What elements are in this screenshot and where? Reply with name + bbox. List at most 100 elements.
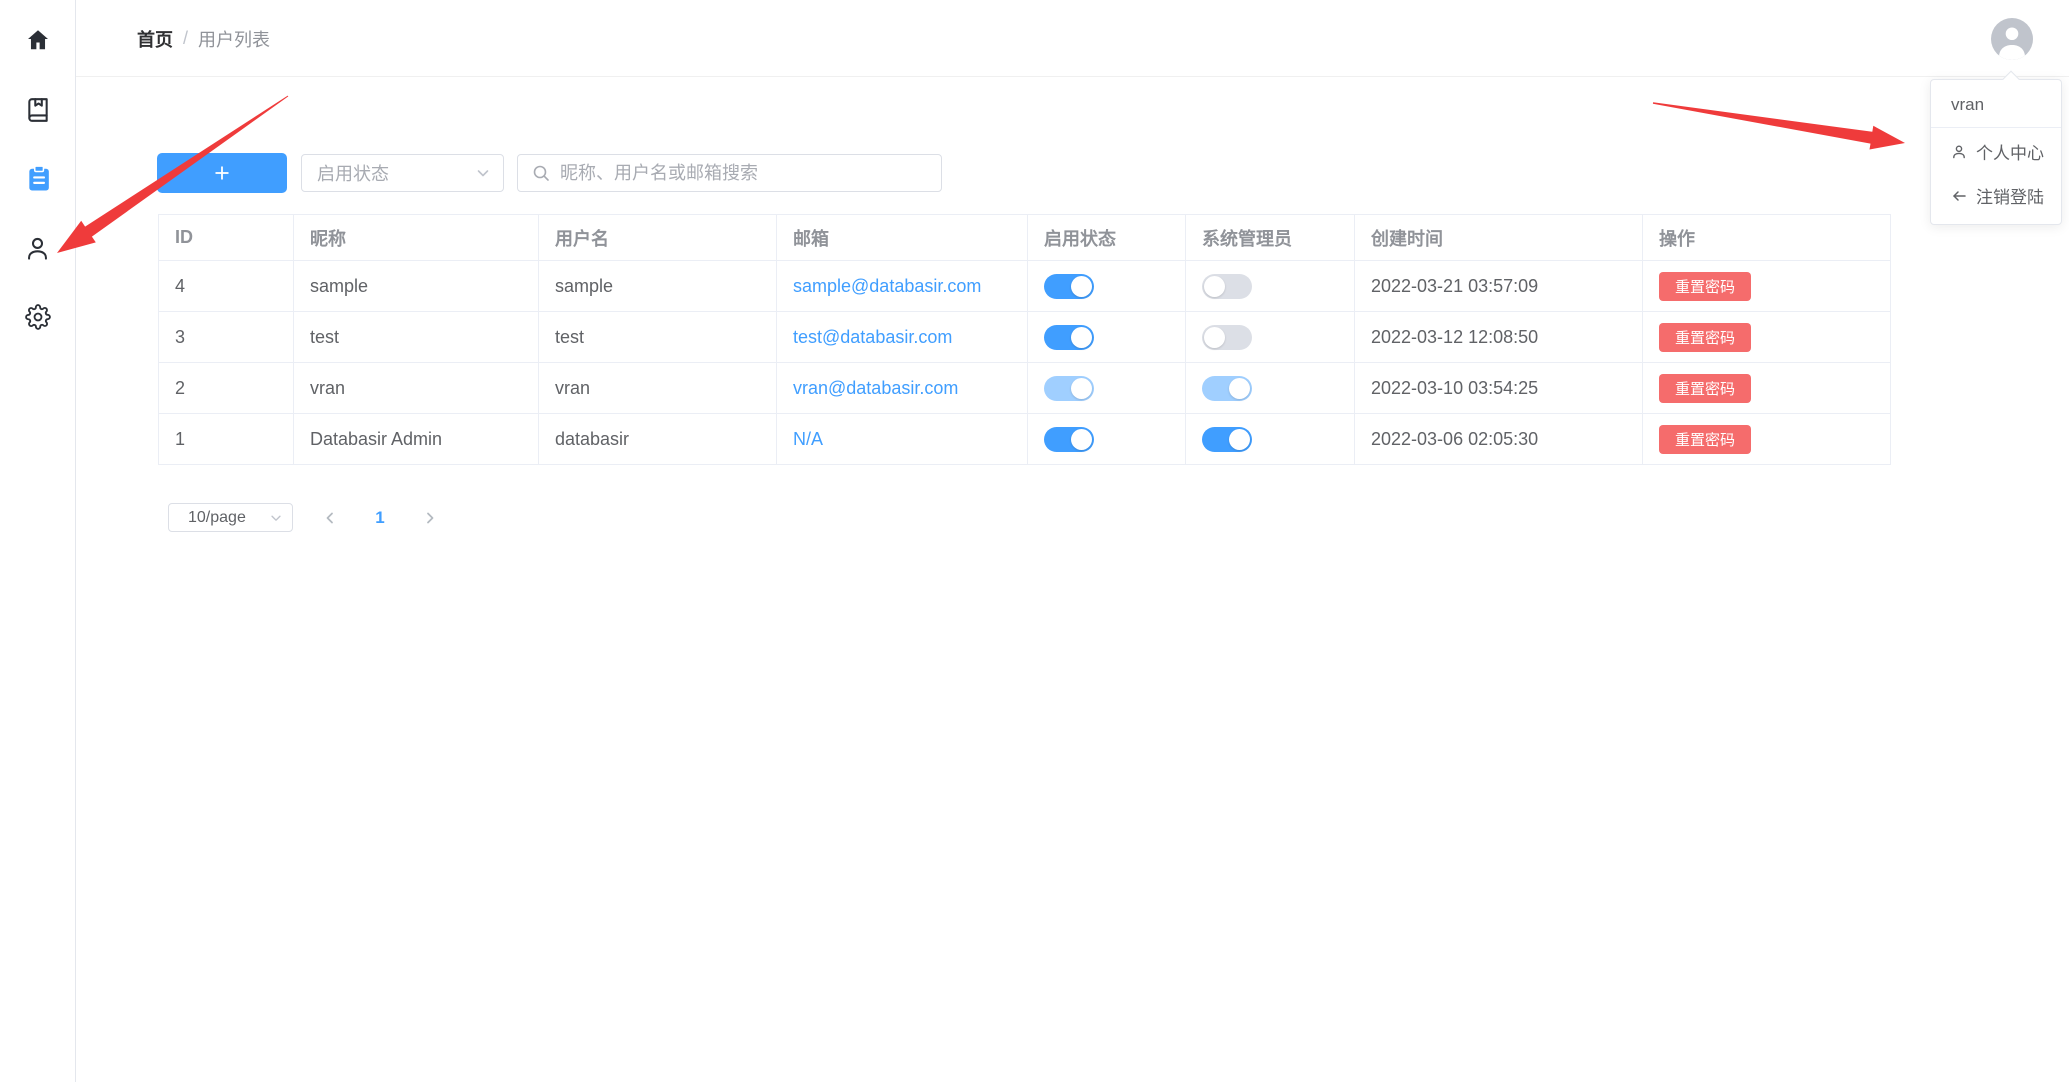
chevron-right-icon (423, 511, 437, 525)
table-row: 2 vran vran vran@databasir.com 2022-03-1… (159, 363, 1891, 414)
toggle-knob (1071, 327, 1092, 348)
cell-email: test@databasir.com (777, 312, 1028, 363)
enabled-toggle[interactable] (1044, 274, 1094, 299)
user-table-body: 4 sample sample sample@databasir.com 202… (159, 261, 1891, 465)
sidebar-item-settings[interactable] (23, 302, 53, 332)
email-link: test@databasir.com (793, 327, 952, 347)
cell-enabled (1028, 414, 1186, 465)
menu-item-label: 个人中心 (1976, 139, 2044, 164)
cell-nickname: test (294, 312, 539, 363)
cell-enabled (1028, 363, 1186, 414)
column-header: 创建时间 (1355, 215, 1643, 261)
chevron-left-icon (323, 511, 337, 525)
cell-email: sample@databasir.com (777, 261, 1028, 312)
cell-username: databasir (539, 414, 777, 465)
reset-password-button[interactable]: 重置密码 (1659, 323, 1751, 352)
breadcrumb-current: 用户列表 (198, 26, 270, 52)
status-filter-select[interactable]: 启用状态 (301, 154, 504, 192)
admin-toggle[interactable] (1202, 427, 1252, 452)
menu-item-profile[interactable]: 个人中心 (1931, 128, 2061, 172)
enabled-toggle[interactable] (1044, 325, 1094, 350)
avatar-person-icon (1991, 18, 2033, 60)
cell-nickname: sample (294, 261, 539, 312)
table-row: 4 sample sample sample@databasir.com 202… (159, 261, 1891, 312)
reset-password-button[interactable]: 重置密码 (1659, 425, 1751, 454)
cell-id: 4 (159, 261, 294, 312)
sidebar (0, 0, 76, 1082)
sidebar-item-users[interactable] (23, 233, 53, 263)
gear-icon (25, 304, 51, 330)
toggle-knob (1071, 276, 1092, 297)
book-icon (25, 97, 51, 123)
cell-username: test (539, 312, 777, 363)
cell-nickname: Databasir Admin (294, 414, 539, 465)
column-header: 操作 (1643, 215, 1891, 261)
page-size-label: 10/page (188, 509, 246, 527)
email-link: N/A (793, 429, 823, 449)
admin-toggle[interactable] (1202, 274, 1252, 299)
admin-toggle (1202, 376, 1252, 401)
cell-username: vran (539, 363, 777, 414)
toggle-knob (1204, 276, 1225, 297)
cell-created-time: 2022-03-06 02:05:30 (1355, 414, 1643, 465)
menu-item-logout[interactable]: 注销登陆 (1931, 172, 2061, 216)
cell-admin (1186, 312, 1355, 363)
breadcrumb-separator: / (183, 28, 188, 49)
page-size-select[interactable]: 10/page (168, 503, 293, 532)
next-page-button[interactable] (415, 503, 445, 532)
cell-username: sample (539, 261, 777, 312)
databasir-user-list-page: 首页 / 用户列表 vran 个人中心 注销登陆 启用状态 (0, 0, 2069, 1082)
cell-nickname: vran (294, 363, 539, 414)
column-header: 昵称 (294, 215, 539, 261)
sidebar-item-docs[interactable] (23, 95, 53, 125)
column-header: 启用状态 (1028, 215, 1186, 261)
cell-actions: 重置密码 (1643, 414, 1891, 465)
cell-enabled (1028, 261, 1186, 312)
admin-toggle[interactable] (1202, 325, 1252, 350)
search-input[interactable] (558, 162, 927, 185)
cell-email: N/A (777, 414, 1028, 465)
reset-password-button[interactable]: 重置密码 (1659, 374, 1751, 403)
breadcrumb-home[interactable]: 首页 (137, 26, 173, 52)
home-icon (25, 27, 51, 53)
add-user-button[interactable] (157, 153, 287, 193)
column-header: 用户名 (539, 215, 777, 261)
search-icon (532, 164, 550, 182)
pagination: 10/page 1 (168, 503, 445, 532)
user-icon (24, 235, 51, 262)
table-header: ID昵称用户名邮箱启用状态系统管理员创建时间操作 (159, 215, 1891, 261)
prev-page-button[interactable] (315, 503, 345, 532)
user-dropdown-menu: vran 个人中心 注销登陆 (1930, 79, 2062, 225)
plus-icon (212, 163, 232, 183)
back-arrow-icon (1951, 188, 1967, 204)
email-link: vran@databasir.com (793, 378, 958, 398)
cell-id: 2 (159, 363, 294, 414)
user-outline-icon (1951, 144, 1967, 160)
page-number[interactable]: 1 (365, 508, 395, 528)
table-header-row: ID昵称用户名邮箱启用状态系统管理员创建时间操作 (159, 215, 1891, 261)
search-box (517, 154, 942, 192)
toggle-knob (1229, 378, 1250, 399)
toggle-knob (1071, 378, 1092, 399)
avatar[interactable] (1991, 18, 2033, 60)
cell-actions: 重置密码 (1643, 363, 1891, 414)
enabled-toggle (1044, 376, 1094, 401)
cell-admin (1186, 363, 1355, 414)
enabled-toggle[interactable] (1044, 427, 1094, 452)
top-bar: 首页 / 用户列表 (76, 0, 2069, 77)
column-header: ID (159, 215, 294, 261)
cell-actions: 重置密码 (1643, 312, 1891, 363)
sidebar-item-groups[interactable] (23, 163, 53, 193)
cell-actions: 重置密码 (1643, 261, 1891, 312)
toggle-knob (1204, 327, 1225, 348)
cell-created-time: 2022-03-10 03:54:25 (1355, 363, 1643, 414)
cell-email: vran@databasir.com (777, 363, 1028, 414)
cell-admin (1186, 414, 1355, 465)
sidebar-item-home[interactable] (23, 25, 53, 55)
menu-item-label: 注销登陆 (1976, 183, 2044, 208)
cell-enabled (1028, 312, 1186, 363)
dropdown-username: vran (1931, 80, 2061, 127)
reset-password-button[interactable]: 重置密码 (1659, 272, 1751, 301)
chevron-down-icon (475, 165, 491, 181)
cell-id: 3 (159, 312, 294, 363)
